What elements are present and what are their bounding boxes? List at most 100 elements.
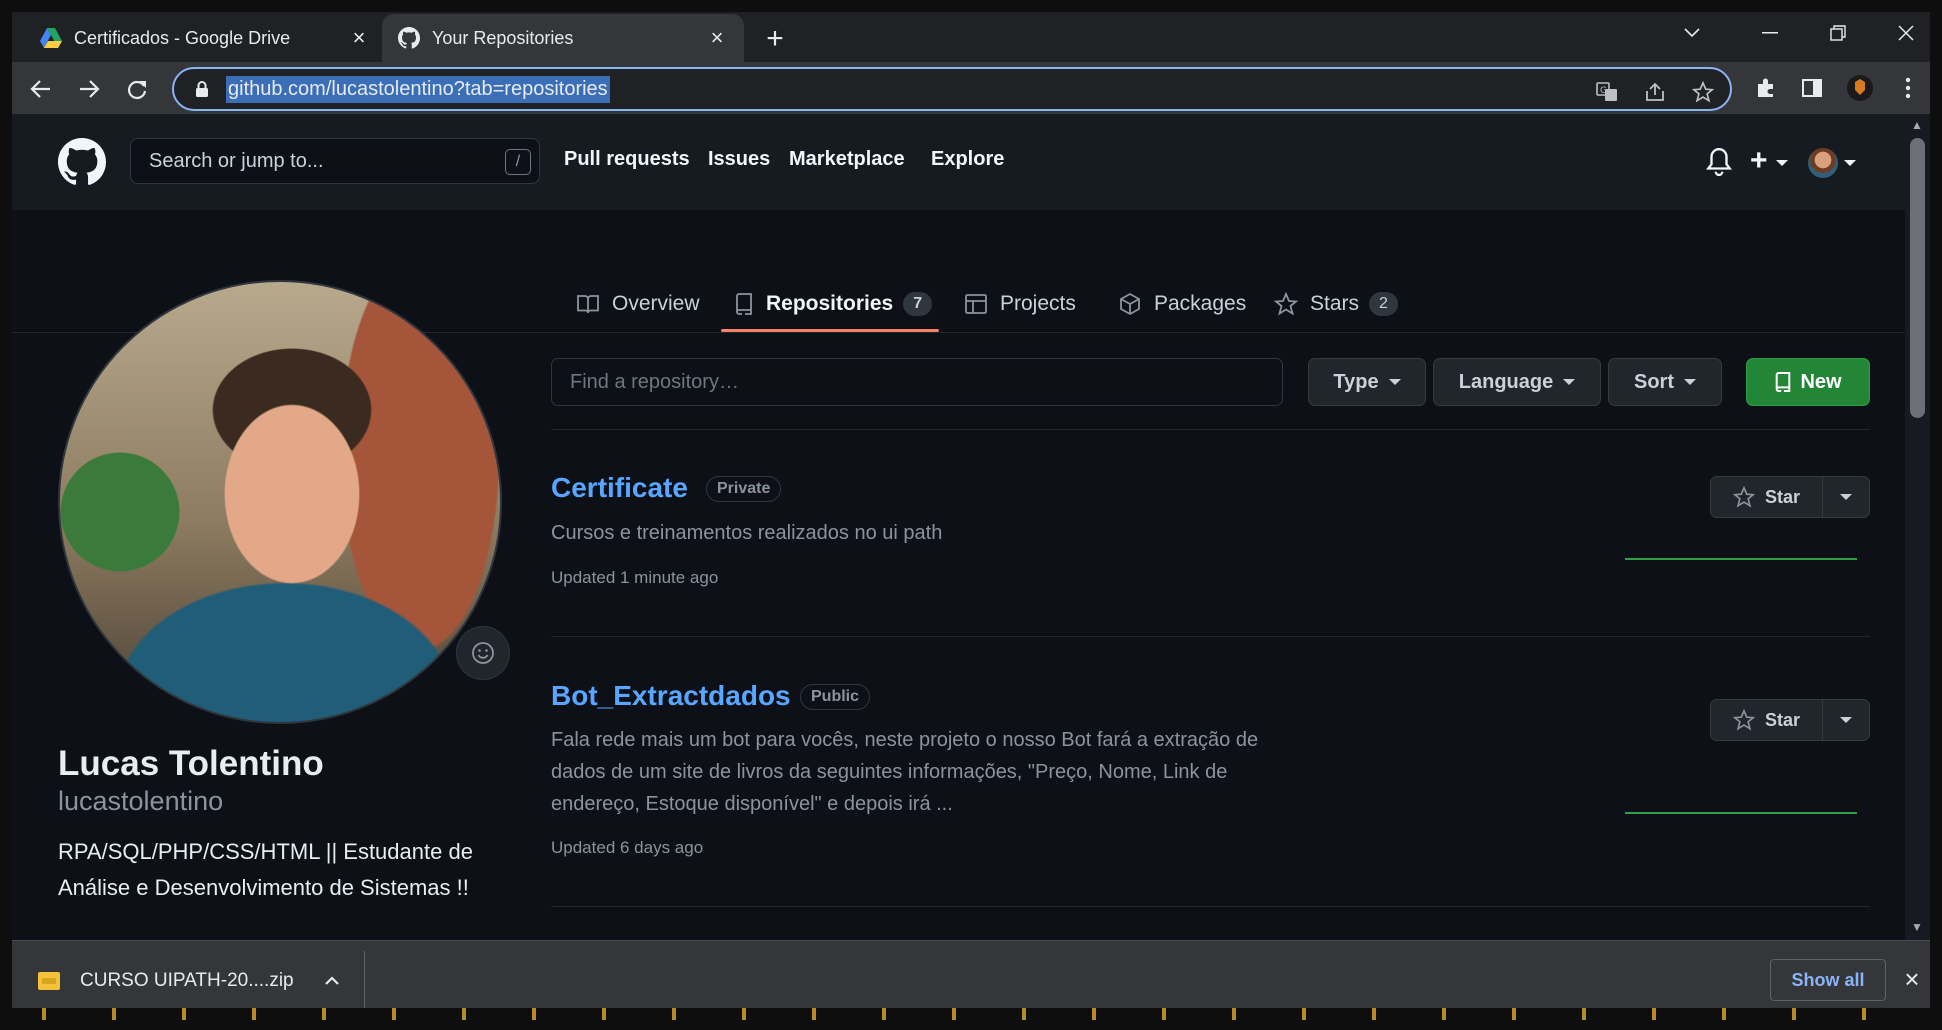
- star-list-dropdown[interactable]: [1823, 700, 1869, 740]
- activity-sparkline: [1625, 558, 1857, 560]
- bookmark-star-icon[interactable]: [1690, 79, 1716, 105]
- translate-icon[interactable]: G: [1594, 79, 1620, 105]
- tab-overview[interactable]: Overview: [576, 284, 700, 324]
- user-menu-caret-icon[interactable]: [1844, 160, 1856, 166]
- star-list-dropdown[interactable]: [1823, 477, 1869, 517]
- profile-bio: RPA/SQL/PHP/CSS/HTML || Estudante de Aná…: [58, 839, 473, 900]
- repo-description: Cursos e treinamentos realizados no ui p…: [551, 522, 943, 544]
- chrome-menu-icon[interactable]: [1894, 74, 1922, 102]
- search-placeholder: Search or jump to...: [149, 149, 324, 172]
- close-window-icon[interactable]: [1886, 18, 1926, 48]
- chevron-up-icon[interactable]: [322, 971, 342, 991]
- tab-label: Packages: [1154, 292, 1247, 315]
- repo-name-link[interactable]: Certificate: [551, 472, 688, 504]
- web-page: Search or jump to... / Pull requests Iss…: [12, 114, 1905, 940]
- lock-icon[interactable]: [192, 79, 212, 99]
- nav-marketplace[interactable]: Marketplace: [789, 148, 905, 171]
- side-panel-icon[interactable]: [1798, 74, 1826, 102]
- repo-updated-time: Updated 1 minute ago: [551, 568, 719, 587]
- star-button-label: Star: [1764, 486, 1800, 507]
- github-icon: [398, 27, 420, 49]
- star-button-main[interactable]: Star: [1711, 477, 1823, 517]
- new-repository-button[interactable]: New: [1746, 358, 1870, 406]
- forward-icon[interactable]: [74, 74, 104, 104]
- set-status-button[interactable]: [456, 626, 510, 680]
- find-repository-placeholder: Find a repository…: [570, 370, 739, 393]
- minimize-icon[interactable]: [1750, 18, 1790, 48]
- star-icon: [1274, 292, 1298, 316]
- github-logo-icon[interactable]: [58, 138, 106, 186]
- restore-icon[interactable]: [1818, 18, 1858, 48]
- star-icon: [1732, 486, 1755, 508]
- chevron-down-icon: [1684, 379, 1696, 385]
- tab-stars[interactable]: Stars 2: [1274, 284, 1398, 324]
- package-icon: [1120, 292, 1140, 316]
- page-scrollbar[interactable]: ▲ ▼: [1905, 114, 1930, 940]
- tab-repositories[interactable]: Repositories 7: [734, 284, 933, 324]
- repositories-count-badge: 7: [903, 292, 933, 316]
- profile-avatar-icon[interactable]: [1846, 74, 1874, 102]
- list-divider: [551, 429, 1870, 430]
- download-filename: CURSO UIPATH-20....zip: [80, 970, 294, 991]
- extensions-icon[interactable]: [1752, 74, 1780, 102]
- nav-issues[interactable]: Issues: [708, 148, 770, 171]
- notifications-bell-icon[interactable]: [1706, 146, 1732, 176]
- star-button-label: Star: [1764, 709, 1800, 730]
- tab-title: Certificados - Google Drive: [74, 27, 291, 48]
- scroll-down-icon[interactable]: ▼: [1911, 920, 1923, 934]
- star-repo-button[interactable]: Star: [1710, 699, 1870, 741]
- chevron-down-icon: [1563, 379, 1576, 385]
- tab-strip: Certificados - Google Drive × Your Repos…: [12, 12, 1930, 62]
- close-downloads-bar-icon[interactable]: ×: [1900, 964, 1924, 994]
- tab-packages[interactable]: Packages: [1118, 284, 1246, 324]
- browser-tab-google-drive[interactable]: Certificados - Google Drive ×: [24, 14, 386, 62]
- profile-avatar[interactable]: [58, 280, 502, 724]
- reload-icon[interactable]: [122, 74, 152, 104]
- google-drive-icon: [40, 27, 62, 49]
- type-filter-button[interactable]: Type: [1308, 358, 1426, 406]
- chevron-down-icon: [1840, 494, 1852, 500]
- chevron-down-icon: [1388, 379, 1401, 385]
- nav-explore[interactable]: Explore: [931, 148, 1004, 171]
- profile-username: lucastolentino: [58, 786, 224, 816]
- sort-label: Sort: [1634, 370, 1674, 393]
- svg-text:G: G: [1600, 86, 1607, 96]
- scrollbar-thumb[interactable]: [1910, 138, 1925, 418]
- share-icon[interactable]: [1642, 79, 1668, 105]
- global-search-input[interactable]: Search or jump to... /: [130, 138, 540, 184]
- create-new-icon[interactable]: +: [1750, 144, 1768, 178]
- language-filter-label: Language: [1458, 370, 1554, 393]
- language-filter-button[interactable]: Language: [1433, 358, 1601, 406]
- tab-projects[interactable]: Projects: [964, 284, 1076, 324]
- close-tab-icon[interactable]: ×: [706, 25, 728, 50]
- search-shortcut-key: /: [505, 149, 531, 175]
- star-button-main[interactable]: Star: [1711, 700, 1823, 740]
- visibility-badge: Private: [706, 476, 782, 502]
- stars-count-badge: 2: [1369, 292, 1398, 316]
- profile-name: Lucas Tolentino: [58, 744, 324, 783]
- nav-pull-requests[interactable]: Pull requests: [564, 148, 690, 171]
- sort-button[interactable]: Sort: [1608, 358, 1722, 406]
- show-all-downloads-button[interactable]: Show all: [1770, 959, 1886, 1001]
- user-avatar[interactable]: [1808, 148, 1838, 178]
- list-divider: [551, 906, 1870, 907]
- zip-file-icon: [38, 972, 60, 990]
- download-item[interactable]: CURSO UIPATH-20....zip: [38, 965, 294, 997]
- browser-tab-repositories[interactable]: Your Repositories ×: [382, 14, 744, 62]
- find-repository-input[interactable]: Find a repository…: [551, 358, 1283, 406]
- tab-search-icon[interactable]: [1672, 18, 1712, 48]
- repo-name-link[interactable]: Bot_Extractdados: [551, 680, 791, 712]
- tab-label: Repositories: [766, 292, 894, 315]
- chevron-down-icon: [1840, 717, 1852, 723]
- address-bar[interactable]: github.com/lucastolentino?tab=repositori…: [172, 67, 1732, 111]
- type-filter-label: Type: [1333, 370, 1379, 393]
- new-button-label: New: [1800, 370, 1842, 393]
- create-menu-caret-icon[interactable]: [1776, 160, 1788, 166]
- back-icon[interactable]: [26, 74, 56, 104]
- star-repo-button[interactable]: Star: [1710, 476, 1870, 518]
- new-tab-button[interactable]: +: [760, 22, 790, 55]
- scroll-up-icon[interactable]: ▲: [1911, 118, 1923, 132]
- close-tab-icon[interactable]: ×: [348, 25, 370, 50]
- tab-label: Stars: [1310, 292, 1360, 315]
- url-text[interactable]: github.com/lucastolentino?tab=repositori…: [226, 75, 610, 103]
